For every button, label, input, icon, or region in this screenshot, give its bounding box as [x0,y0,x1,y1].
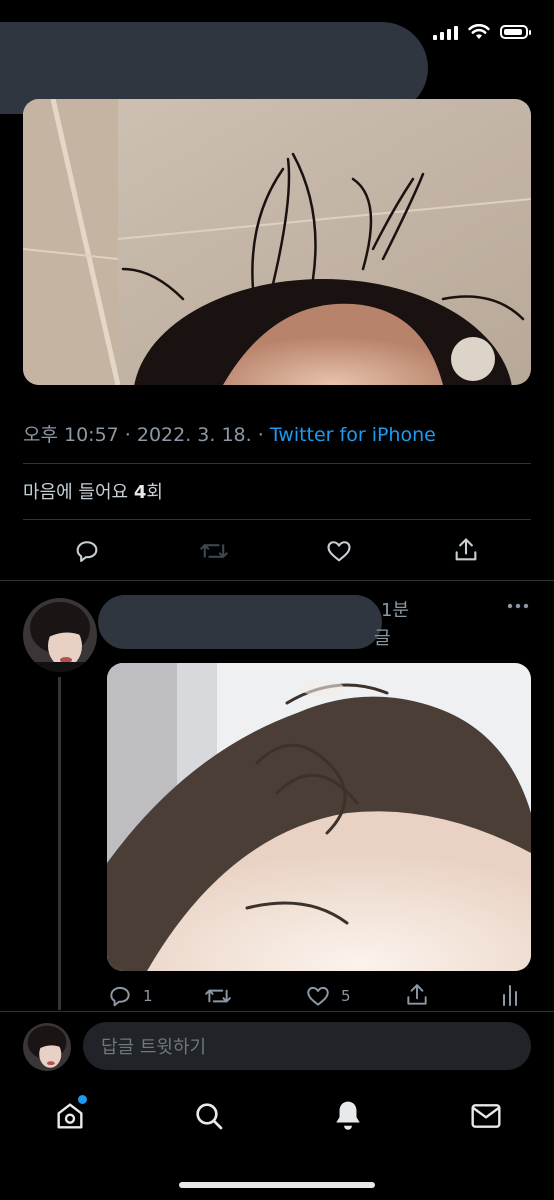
reply-button[interactable] [73,537,101,565]
signal-icon [433,24,458,40]
reply-like-button[interactable]: 5 [305,983,351,1009]
wifi-icon [468,24,490,39]
analytics-icon [503,985,517,1006]
divider [23,463,531,464]
reply-analytics-button[interactable] [500,983,520,1011]
home-badge [78,1095,87,1104]
messages-icon [471,1104,501,1128]
search-icon [196,1103,223,1130]
notifications-icon [336,1101,360,1130]
tab-messages[interactable] [470,1101,502,1135]
divider [0,580,554,581]
likes-count: 4 [133,482,147,503]
current-user-avatar[interactable] [23,1023,71,1071]
reply-author-avatar[interactable] [23,598,97,672]
status-bar-icons [433,24,531,40]
tweet-timestamp: 오후 10:57 · 2022. 3. 18. · [23,424,270,446]
reply-input[interactable]: 답글 트윗하기 [83,1022,531,1070]
share-icon [455,538,477,561]
tab-home[interactable] [54,1095,87,1136]
like-icon [307,986,329,1006]
reply-like-count: 5 [341,987,351,1005]
likes-summary[interactable]: 마음에 들어요 4회 [23,478,163,504]
divider [23,519,531,520]
thread-line [58,677,61,1010]
reply-count: 1 [143,987,153,1005]
tab-search[interactable] [193,1100,225,1136]
more-icon[interactable] [506,598,530,617]
retweet-button[interactable] [199,537,229,565]
share-button[interactable] [452,536,480,564]
redacted-reply-author [98,595,382,649]
battery-icon [500,25,531,39]
reply-time: 1분 [381,600,410,621]
share-icon [407,984,427,1005]
tweet-source-link[interactable]: Twitter for iPhone [270,424,436,446]
tweet-timestamp-line: 오후 10:57 · 2022. 3. 18. · Twitter for iP… [23,420,436,447]
tab-notifications[interactable] [332,1099,364,1137]
reply-retweet-button[interactable] [204,983,232,1013]
likes-unit: 회 [146,482,163,503]
reply-input-placeholder: 답글 트윗하기 [101,1037,207,1058]
like-button[interactable] [325,537,353,565]
reply-icon [76,541,98,562]
retweet-icon [205,989,231,1003]
retweet-icon [200,544,228,558]
home-icon [57,1103,83,1129]
likes-label: 마음에 들어요 [23,482,134,503]
reply-share-button[interactable] [404,982,430,1012]
like-icon [327,541,351,562]
tweet-photo[interactable] [23,99,531,385]
divider [0,1011,554,1012]
reply-photo[interactable] [107,663,531,971]
home-indicator [179,1182,375,1188]
reply-reply-button[interactable]: 1 [107,983,153,1009]
reply-subtitle-fragment: 글 [374,628,391,649]
reply-icon [110,986,130,1007]
